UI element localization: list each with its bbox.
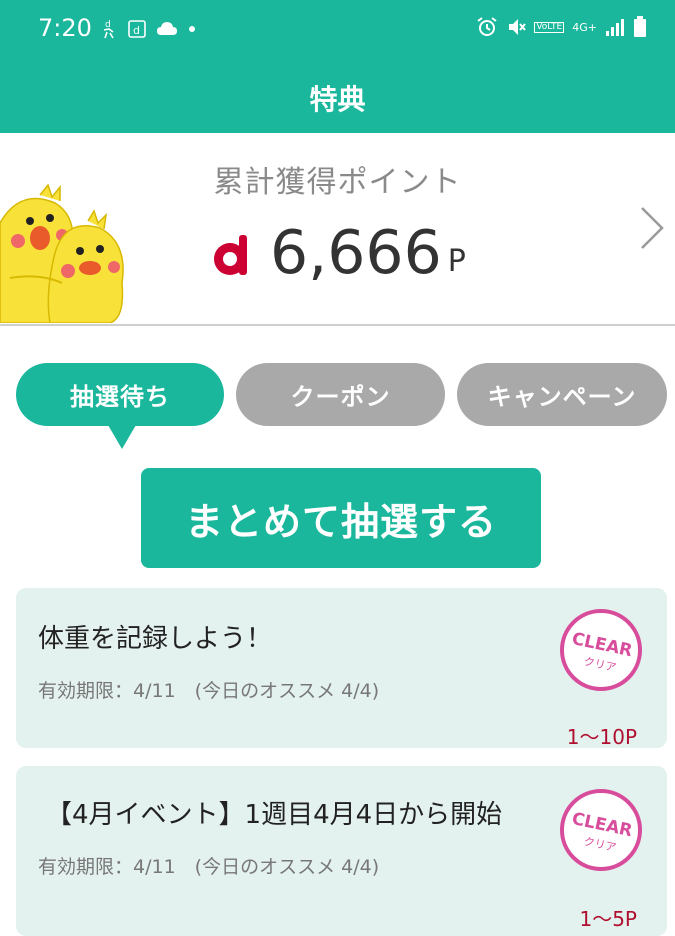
status-left-icons: d d <box>100 18 196 40</box>
mission-card[interactable]: 【4月イベント】1週目4月4日から開始 有効期限：4/11 (今日のオススメ 4… <box>16 766 667 936</box>
alarm-icon <box>477 17 497 36</box>
status-bar: 7:20 d d VoLTE 4G+ <box>0 0 675 58</box>
mission-expiry: 有効期限：4/11 (今日のオススメ 4/4) <box>38 680 380 702</box>
status-right-icons: VoLTE 4G+ <box>476 16 647 38</box>
tab-lottery-pending[interactable]: 抽選待ち <box>16 363 224 426</box>
reward-points: 1〜10P <box>566 725 637 749</box>
dot-icon <box>189 26 195 32</box>
chevron-right-icon[interactable] <box>639 205 665 251</box>
mission-title: 【4月イベント】1週目4月4日から開始 <box>46 800 503 830</box>
mission-title: 体重を記録しよう！ <box>38 624 273 654</box>
draw-all-button[interactable]: まとめて抽選する <box>141 468 541 568</box>
tab-bar: 抽選待ち クーポン キャンペーン <box>0 363 675 453</box>
clear-stamp-icon: CLEAR クリア <box>559 608 643 692</box>
battery-icon <box>634 16 646 37</box>
app-bar: 特典 <box>0 58 675 133</box>
points-value: 6,666 <box>270 218 442 288</box>
points-unit: P <box>447 244 466 279</box>
mascot-illustration <box>0 183 124 323</box>
status-time: 7:20 <box>38 14 92 42</box>
points-panel[interactable]: 累計獲得ポイント 6,666 P <box>0 133 675 326</box>
points-value-row: 6,666 P <box>210 223 466 283</box>
mute-icon <box>509 19 527 35</box>
reward-points: 1〜5P <box>579 907 637 931</box>
points-label: 累計獲得ポイント <box>213 165 462 200</box>
d-icon: d <box>128 20 146 38</box>
mission-card[interactable]: 体重を記録しよう！ 有効期限：4/11 (今日のオススメ 4/4) CLEAR … <box>16 588 667 749</box>
clear-stamp-icon: CLEAR クリア <box>559 788 643 872</box>
tab-campaign[interactable]: キャンペーン <box>457 363 667 426</box>
active-tab-pointer <box>108 425 136 449</box>
4g-icon: 4G+ <box>572 20 597 34</box>
mission-expiry: 有効期限：4/11 (今日のオススメ 4/4) <box>38 856 380 878</box>
svg-text:d: d <box>133 24 140 37</box>
d-walk-icon: d <box>103 20 114 39</box>
signal-icon <box>606 19 624 36</box>
page-title: 特典 <box>309 83 366 116</box>
volte-icon: VoLTE <box>534 21 565 33</box>
d-point-logo-icon <box>214 235 247 275</box>
tab-coupon[interactable]: クーポン <box>236 363 445 426</box>
cloud-icon <box>157 22 177 35</box>
